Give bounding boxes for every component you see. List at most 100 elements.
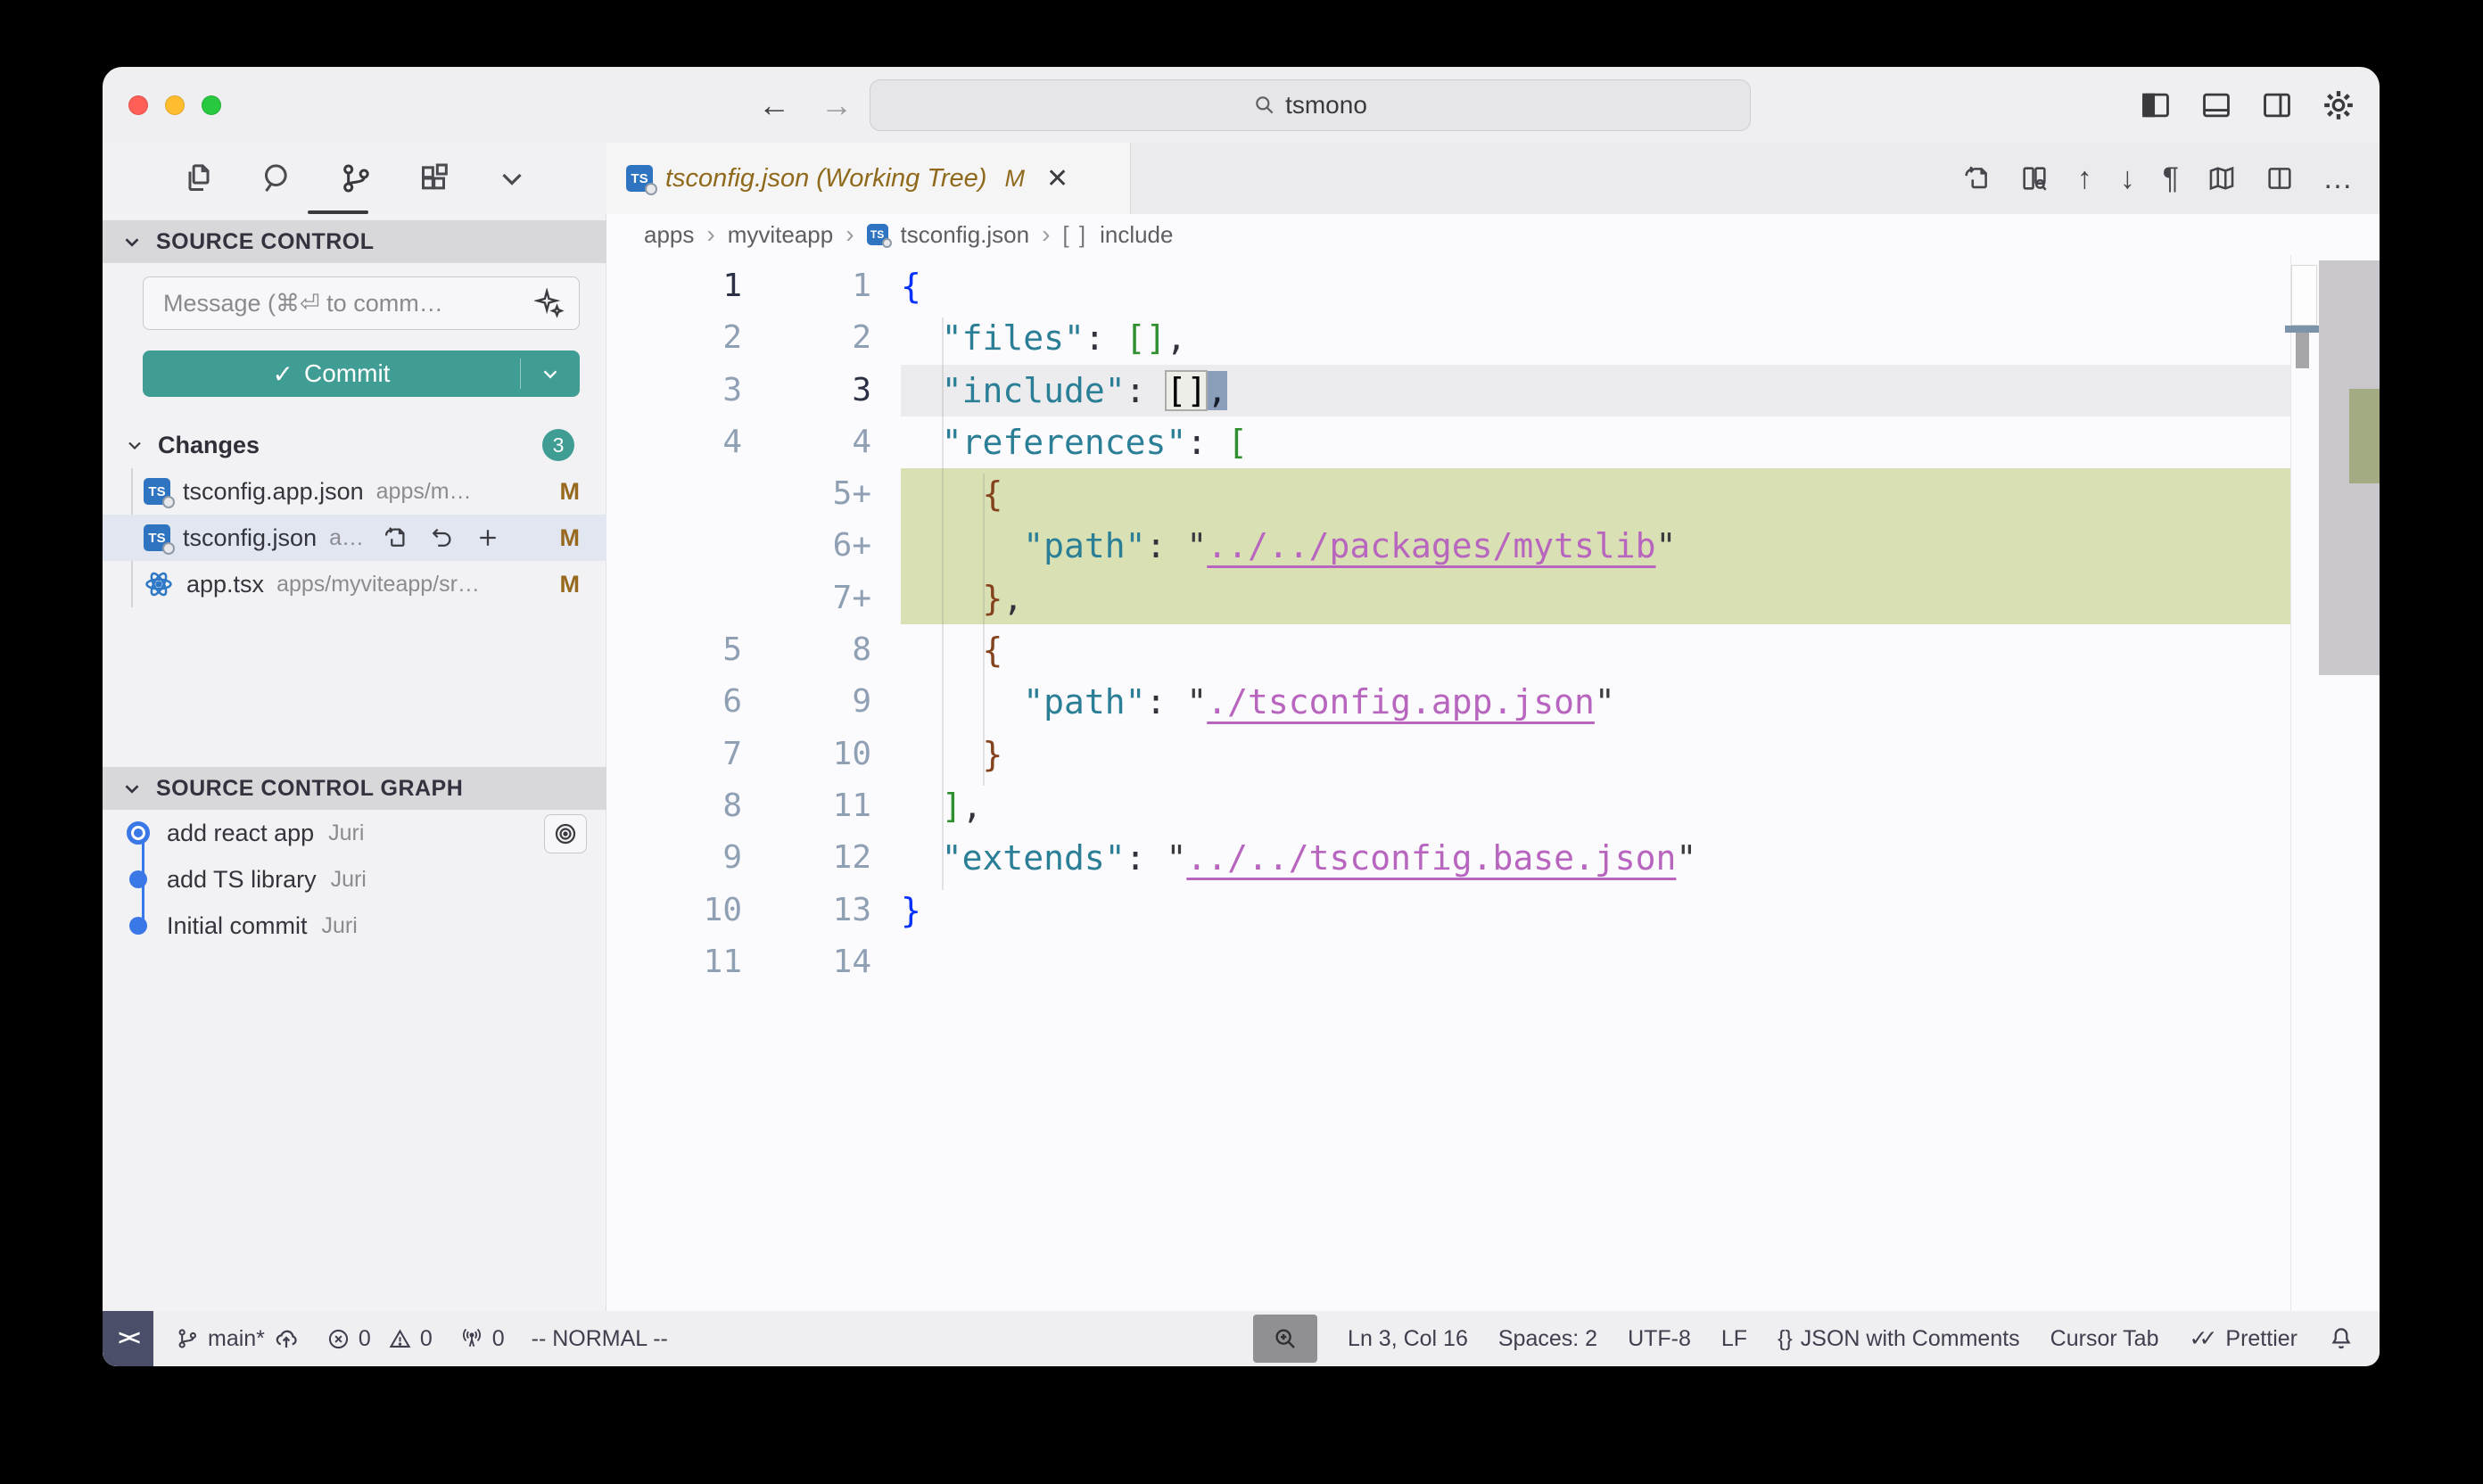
stage-changes-icon[interactable] [474, 524, 501, 551]
code-line[interactable]: 22 "files": [], [606, 312, 2380, 364]
more-views-chevron-icon[interactable] [495, 161, 529, 195]
open-changes-icon[interactable] [1961, 163, 1992, 194]
commit-author: Juri [322, 913, 358, 939]
zoom-window-button[interactable] [202, 95, 221, 115]
commit-button[interactable]: ✓ Commit [143, 350, 580, 397]
checkout-target-button[interactable] [544, 814, 587, 853]
file-row[interactable]: app.tsxapps/myviteapp/sr…M [103, 561, 606, 607]
generate-commit-message-icon[interactable] [534, 288, 565, 318]
formatter-item[interactable]: ✓✓ Prettier [2190, 1325, 2298, 1352]
code-line[interactable]: 44 "references": [ [606, 416, 2380, 468]
tab-close-icon[interactable]: ✕ [1046, 163, 1068, 194]
code-line[interactable]: 710 } [606, 729, 2380, 780]
original-line-number: 11 [606, 936, 742, 988]
language-mode-item[interactable]: {} JSON with Comments [1778, 1326, 2020, 1352]
commit-row[interactable]: Initial commitJuri [103, 903, 606, 949]
source-control-icon[interactable] [338, 161, 374, 196]
commit-message: add TS library [167, 866, 317, 894]
code-line[interactable]: 69 "path": "./tsconfig.app.json" [606, 676, 2380, 728]
search-view-icon[interactable] [260, 161, 295, 196]
code-line[interactable]: 7+ }, [606, 573, 2380, 624]
discard-changes-icon[interactable] [428, 524, 455, 551]
history-back-button[interactable]: ← [758, 87, 790, 124]
breadcrumb-include[interactable]: include [1100, 221, 1173, 249]
status-bar: >< main* 0 0 0 -- NORMAL -- Ln [103, 1311, 2380, 1366]
problems-status-item[interactable]: 0 0 [326, 1326, 433, 1352]
commit-message-input[interactable]: Message (⌘⏎ to comm… [143, 276, 580, 330]
history-forward-button[interactable]: → [821, 87, 853, 124]
minimap[interactable] [2290, 255, 2319, 1311]
remote-indicator[interactable]: >< [103, 1311, 153, 1366]
commit-row[interactable]: add react appJuri [103, 810, 606, 856]
modified-line-number: 9 [742, 676, 871, 728]
toggle-panel-icon[interactable] [2199, 88, 2233, 122]
array-symbol-icon: [ ] [1062, 221, 1087, 249]
code-line[interactable]: 1114 [606, 936, 2380, 988]
commit-dot-icon [127, 821, 150, 845]
toggle-secondary-sidebar-icon[interactable] [2260, 88, 2294, 122]
eol-item[interactable]: LF [1721, 1326, 1747, 1352]
tab-tsconfig-working-tree[interactable]: TS tsconfig.json (Working Tree) M ✕ [606, 143, 1131, 214]
command-center-search[interactable]: tsmono [870, 79, 1751, 131]
file-row[interactable]: TStsconfig.jsona…M [103, 515, 606, 561]
next-change-icon[interactable]: ↓ [2120, 163, 2135, 194]
modified-line-number: 1 [742, 260, 871, 312]
file-name: app.tsx [186, 571, 264, 598]
previous-change-icon[interactable]: ↑ [2077, 163, 2092, 194]
git-status-badge: M [560, 478, 581, 506]
commit-dropdown-button[interactable] [521, 362, 580, 385]
code-text: { [901, 468, 1002, 520]
minimap-icon[interactable] [2207, 163, 2237, 194]
search-icon [1253, 94, 1276, 117]
ports-status-item[interactable]: 0 [459, 1326, 505, 1352]
commit-graph-list: add react appJuriadd TS libraryJuriIniti… [103, 810, 606, 949]
indentation-item[interactable]: Spaces: 2 [1498, 1326, 1597, 1352]
diff-editor[interactable]: 11{22 "files": [],33 "include": [],44 "r… [606, 255, 2380, 1311]
source-control-section-header[interactable]: SOURCE CONTROL [103, 220, 606, 263]
extensions-icon[interactable] [417, 161, 452, 196]
source-control-graph-section-header[interactable]: SOURCE CONTROL GRAPH [103, 767, 606, 810]
commit-row[interactable]: add TS libraryJuri [103, 856, 606, 903]
render-whitespace-icon[interactable]: ¶ [2163, 163, 2179, 194]
git-status-badge: M [560, 524, 581, 552]
branch-status-item[interactable]: main* [175, 1325, 300, 1352]
breadcrumb-apps[interactable]: apps [644, 221, 694, 249]
react-icon [144, 569, 174, 599]
vim-mode-status-item[interactable]: -- NORMAL -- [532, 1326, 668, 1352]
activity-bar [103, 143, 606, 214]
notifications-bell-icon[interactable] [2328, 1325, 2355, 1352]
code-line[interactable]: 11{ [606, 260, 2380, 312]
code-line[interactable]: 6+ "path": "../../packages/mytslib" [606, 520, 2380, 572]
code-line[interactable]: 912 "extends": "../../tsconfig.base.json… [606, 832, 2380, 884]
file-name: tsconfig.json [183, 524, 317, 552]
overview-ruler-added-marker [2349, 389, 2380, 483]
encoding-item[interactable]: UTF-8 [1628, 1326, 1691, 1352]
tab-completion-item[interactable]: Cursor Tab [2050, 1326, 2159, 1352]
double-check-icon: ✓✓ [2190, 1325, 2218, 1352]
code-line[interactable]: 811 ], [606, 780, 2380, 832]
inline-view-icon[interactable] [2019, 163, 2050, 194]
screencast-zoom-item[interactable] [1253, 1315, 1317, 1363]
breadcrumb-tsconfig[interactable]: tsconfig.json [901, 221, 1030, 249]
minimize-window-button[interactable] [165, 95, 185, 115]
close-window-button[interactable] [128, 95, 148, 115]
code-line[interactable]: 1013} [606, 885, 2380, 936]
toggle-primary-sidebar-icon[interactable] [2139, 88, 2173, 122]
code-line[interactable]: 5+ { [606, 468, 2380, 520]
more-actions-icon[interactable]: … [2322, 163, 2353, 194]
modified-line-number: 10 [742, 729, 871, 780]
changes-group-header[interactable]: Changes 3 [103, 424, 606, 466]
code-line[interactable]: 33 "include": [], [606, 365, 2380, 416]
cursor-position-item[interactable]: Ln 3, Col 16 [1348, 1326, 1468, 1352]
code-text: "path": "./tsconfig.app.json" [901, 676, 1615, 728]
settings-gear-icon[interactable] [2321, 87, 2356, 123]
open-file-icon[interactable] [382, 524, 408, 551]
errors-icon [326, 1327, 351, 1351]
chevron-down-icon [120, 777, 144, 800]
explorer-icon[interactable] [181, 161, 217, 196]
split-editor-icon[interactable] [2264, 163, 2295, 194]
breadcrumb-myviteapp[interactable]: myviteapp [728, 221, 834, 249]
file-row[interactable]: TStsconfig.app.jsonapps/m…M [103, 468, 606, 515]
commit-message: add react app [167, 820, 314, 847]
code-line[interactable]: 58 { [606, 624, 2380, 676]
